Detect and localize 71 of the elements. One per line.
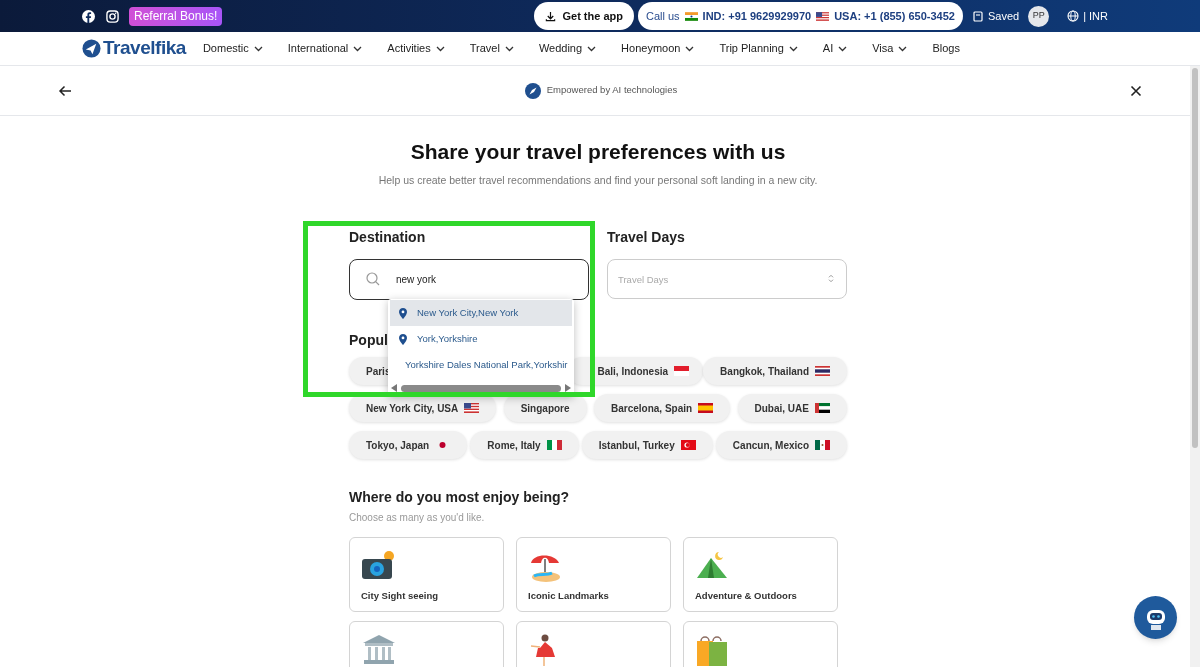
scrollbar[interactable]: [1190, 66, 1200, 667]
flag-icon: [815, 366, 830, 376]
flag-icon: [815, 440, 830, 450]
close-icon: [1130, 84, 1142, 97]
arrow-left-icon: [58, 83, 72, 98]
travel-days-field[interactable]: Travel Days: [607, 259, 847, 299]
nav-menu-item[interactable]: Blogs: [932, 40, 960, 57]
destination-chip[interactable]: Cancun, Mexico: [715, 431, 847, 459]
flag-icon: [684, 11, 698, 21]
preference-card[interactable]: Iconic Landmarks: [516, 537, 671, 612]
download-icon: [545, 10, 557, 22]
arrow-left-icon[interactable]: [391, 384, 397, 392]
phone-number[interactable]: USA: +1 (855) 650-3452: [834, 7, 955, 25]
instagram-icon[interactable]: [106, 9, 119, 23]
call-us-label: Call us: [646, 8, 680, 24]
destination-chip[interactable]: Dubai, UAE: [737, 394, 847, 422]
nav-menu-item[interactable]: Wedding: [538, 40, 597, 57]
currency-selector[interactable]: | INR: [1083, 7, 1108, 25]
nav-menu-item[interactable]: Honeymoon: [621, 40, 695, 57]
search-icon: [366, 272, 380, 286]
flag-icon: [674, 366, 690, 376]
nav-menu-item[interactable]: Travel: [469, 40, 514, 57]
globe-icon: [1067, 10, 1080, 22]
flag-icon: [680, 440, 696, 450]
compass-icon: [524, 82, 541, 99]
preference-card[interactable]: City Sight seeing: [349, 537, 504, 612]
destination-chip[interactable]: Istanbul, Turkey: [581, 431, 713, 459]
destination-label: Destination: [349, 228, 427, 247]
ai-badge-text: Empowered by AI technologies: [546, 83, 678, 98]
flag-icon: [546, 440, 562, 450]
destination-field[interactable]: new york: [349, 259, 589, 300]
up-down-caret-icon: [828, 274, 834, 283]
nav-menu-item[interactable]: Activities: [387, 40, 445, 57]
section-subheading: Choose as many as you'd like.: [349, 511, 486, 525]
get-app-button[interactable]: Get the app: [534, 2, 634, 30]
logo-text[interactable]: Travelfika: [103, 34, 186, 63]
preference-card[interactable]: Adventure & Outdoors: [683, 537, 838, 612]
nav-menu-item[interactable]: Visa: [872, 40, 908, 57]
arrow-right-icon[interactable]: [565, 384, 571, 392]
museum-icon: [361, 633, 397, 665]
saved-link[interactable]: Saved: [987, 7, 1020, 25]
dancer-icon: [528, 633, 558, 667]
travel-days-label: Travel Days: [607, 228, 686, 247]
flag-icon: [698, 403, 714, 413]
nav-menu-item[interactable]: AI: [822, 40, 848, 57]
phone-number[interactable]: IND: +91 9629929970: [702, 7, 812, 25]
referral-bonus-button[interactable]: Referral Bonus!: [129, 6, 223, 26]
flag-icon: [814, 403, 830, 413]
user-avatar[interactable]: PP: [1028, 5, 1050, 27]
close-button[interactable]: [1130, 84, 1142, 97]
horizontal-scrollbar[interactable]: [391, 383, 571, 393]
logo-icon: [82, 39, 101, 58]
nav-menu-item[interactable]: Trip Planning: [719, 40, 798, 57]
destination-chip[interactable]: Barcelona, Spain: [593, 394, 731, 422]
facebook-icon[interactable]: [82, 9, 95, 23]
nav-menu-item[interactable]: Domestic: [202, 40, 263, 57]
destination-chip[interactable]: Bangkok, Thailand: [703, 357, 847, 385]
back-button[interactable]: [58, 83, 72, 98]
suggestion-item[interactable]: New York City,New York: [390, 300, 572, 326]
section-heading: Popul: [349, 331, 388, 350]
destination-chip[interactable]: Rome, Italy: [470, 431, 579, 459]
flag-icon: [464, 403, 480, 413]
chatbot-button[interactable]: [1134, 596, 1177, 639]
bookmark-icon: [972, 10, 983, 22]
camera-icon: [361, 549, 397, 581]
page-subtitle: Help us create better travel recommendations and find your personal soft landing in a new city.: [377, 173, 819, 188]
page-title: Share your travel preferences with us: [409, 139, 787, 165]
destination-chip[interactable]: Tokyo, Japan: [349, 431, 468, 459]
nav-menu-item[interactable]: International: [287, 40, 363, 57]
section-heading: Where do you most enjoy being?: [349, 488, 571, 507]
flag-icon: [816, 11, 830, 21]
